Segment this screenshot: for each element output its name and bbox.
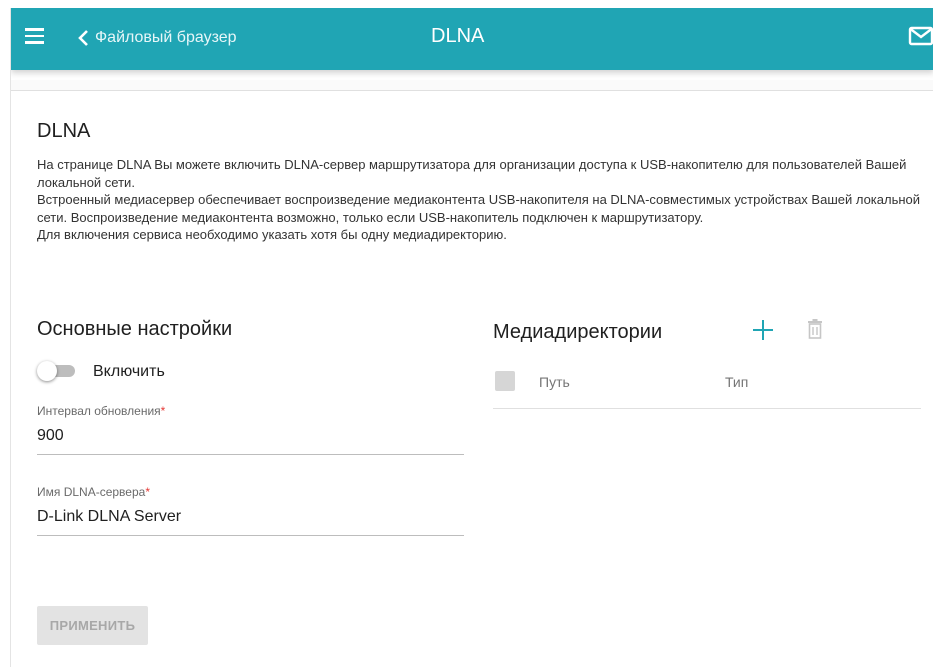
back-link[interactable]: Файловый браузер [77, 24, 237, 52]
server-name-label: Имя DLNA-сервера* [37, 485, 150, 499]
app-frame: Файловый браузер DLNA DLNA На странице D… [10, 8, 933, 667]
column-header-type: Тип [725, 374, 749, 390]
update-interval-field: Интервал обновления* 900 [37, 404, 464, 455]
server-name-field: Имя DLNA-сервера* D-Link DLNA Server [37, 485, 464, 536]
server-name-input[interactable]: D-Link DLNA Server [37, 508, 464, 536]
update-interval-input[interactable]: 900 [37, 427, 464, 455]
apply-button[interactable]: ПРИМЕНИТЬ [37, 606, 148, 645]
mail-icon[interactable] [908, 26, 933, 51]
basic-settings-title: Основные настройки [37, 318, 233, 340]
update-interval-label: Интервал обновления* [37, 404, 166, 418]
back-chevron-icon [78, 30, 88, 46]
enable-toggle[interactable] [37, 360, 79, 381]
secondary-bar [11, 80, 933, 91]
media-dirs-title: Медиадиректории [493, 321, 663, 343]
enable-toggle-label: Включить [93, 363, 165, 380]
page-description: На странице DLNA Вы можете включить DLNA… [37, 156, 927, 244]
description-line: Для включения сервиса необходимо указать… [37, 227, 507, 242]
delete-icon[interactable] [807, 318, 823, 345]
media-dirs-table-header: Путь Тип [493, 370, 921, 409]
header-title: DLNA [431, 25, 485, 47]
menu-icon[interactable] [25, 28, 44, 44]
description-line: На странице DLNA Вы можете включить DLNA… [37, 157, 907, 190]
column-header-path: Путь [539, 374, 570, 390]
top-bar: Файловый браузер DLNA [11, 8, 933, 70]
description-line: Встроенный медиасервер обеспечивает восп… [37, 192, 921, 225]
back-link-label: Файловый браузер [95, 29, 237, 46]
select-all-checkbox[interactable] [495, 371, 515, 391]
toggle-knob [37, 361, 57, 381]
add-icon[interactable] [752, 319, 774, 346]
page-title: DLNA [37, 120, 91, 142]
